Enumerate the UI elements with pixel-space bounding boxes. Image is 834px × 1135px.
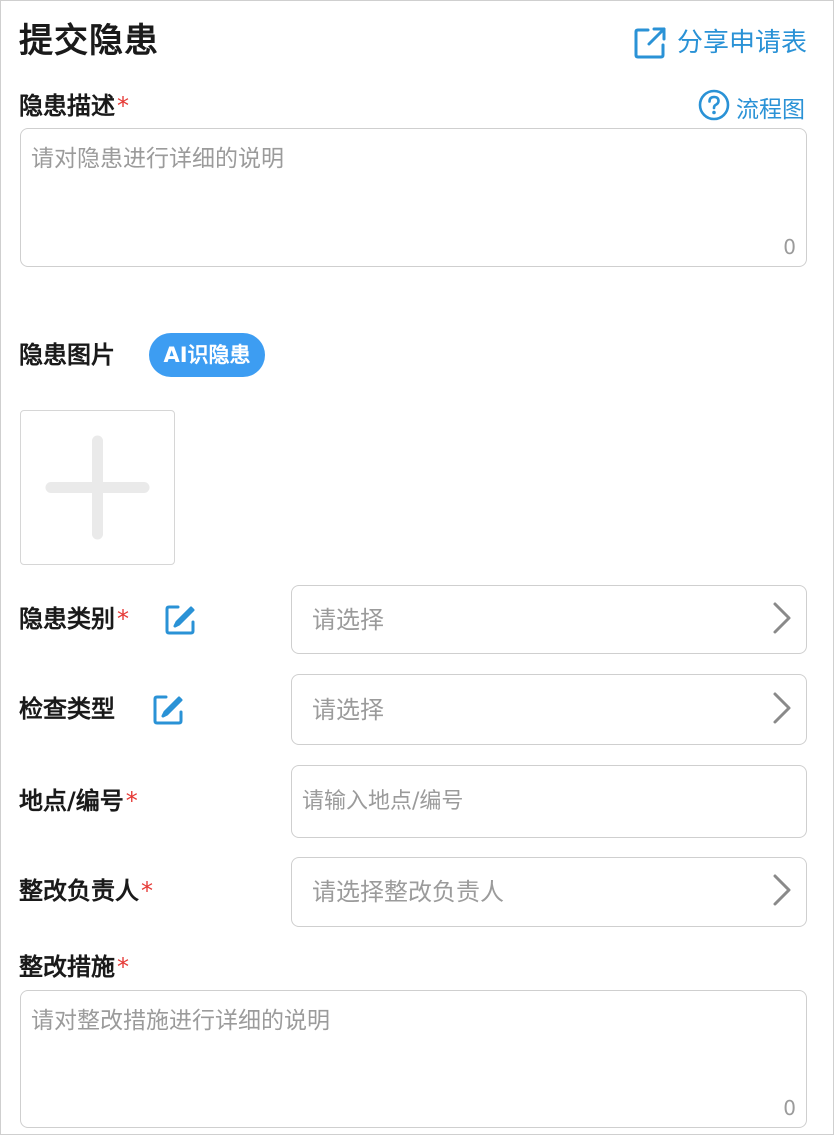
chevron-right-icon — [772, 873, 792, 911]
location-field[interactable] — [291, 765, 807, 838]
external-link-icon — [633, 26, 667, 60]
required-mark: * — [117, 605, 129, 633]
rectification-measures-textarea[interactable]: 请对整改措施进行详细的说明 0 — [20, 990, 807, 1128]
rectification-measures-label: 整改措施* — [19, 953, 129, 981]
rectification-owner-select[interactable]: 请选择整改负责人 — [291, 857, 807, 927]
page-title: 提交隐患 — [19, 21, 159, 61]
flowchart-label: 流程图 — [736, 97, 805, 123]
hazard-category-select[interactable]: 请选择 — [291, 585, 807, 654]
char-count: 0 — [783, 1096, 796, 1120]
help-circle-icon — [698, 89, 730, 131]
share-label: 分享申请表 — [676, 28, 807, 58]
char-count: 0 — [783, 235, 796, 259]
edit-icon[interactable] — [164, 604, 196, 640]
flowchart-link[interactable]: 流程图 — [698, 89, 805, 131]
hazard-description-textarea[interactable]: 请对隐患进行详细的说明 0 — [20, 128, 807, 267]
chevron-right-icon — [772, 691, 792, 729]
ai-detect-hazard-button[interactable]: AI识隐患 — [149, 333, 265, 377]
hazard-description-placeholder: 请对隐患进行详细的说明 — [31, 146, 284, 172]
hazard-category-placeholder: 请选择 — [312, 605, 384, 634]
hazard-photos-label: 隐患图片 — [19, 341, 115, 369]
plus-icon — [21, 411, 174, 564]
required-mark: * — [141, 877, 153, 905]
hazard-category-label: 隐患类别* — [19, 605, 129, 633]
location-input[interactable] — [292, 766, 806, 837]
edit-icon[interactable] — [152, 694, 184, 730]
share-application-button[interactable]: 分享申请表 — [633, 23, 807, 63]
add-photo-button[interactable] — [20, 410, 175, 565]
location-label: 地点/编号* — [19, 787, 138, 815]
required-mark: * — [117, 953, 129, 981]
rectification-owner-placeholder: 请选择整改负责人 — [312, 878, 504, 906]
inspection-type-placeholder: 请选择 — [312, 695, 384, 724]
hazard-description-label: 隐患描述* — [19, 92, 129, 120]
required-mark: * — [117, 92, 129, 120]
required-mark: * — [125, 787, 138, 815]
chevron-right-icon — [772, 601, 792, 639]
inspection-type-select[interactable]: 请选择 — [291, 674, 807, 745]
rectification-measures-placeholder: 请对整改措施进行详细的说明 — [31, 1008, 330, 1034]
form-page: 提交隐患 分享申请表 隐患描述* 流程图 请对隐患进行详细的说明 0 隐患图片 — [0, 0, 834, 1135]
rectification-owner-label: 整改负责人* — [19, 877, 153, 905]
inspection-type-label: 检查类型 — [19, 695, 115, 723]
